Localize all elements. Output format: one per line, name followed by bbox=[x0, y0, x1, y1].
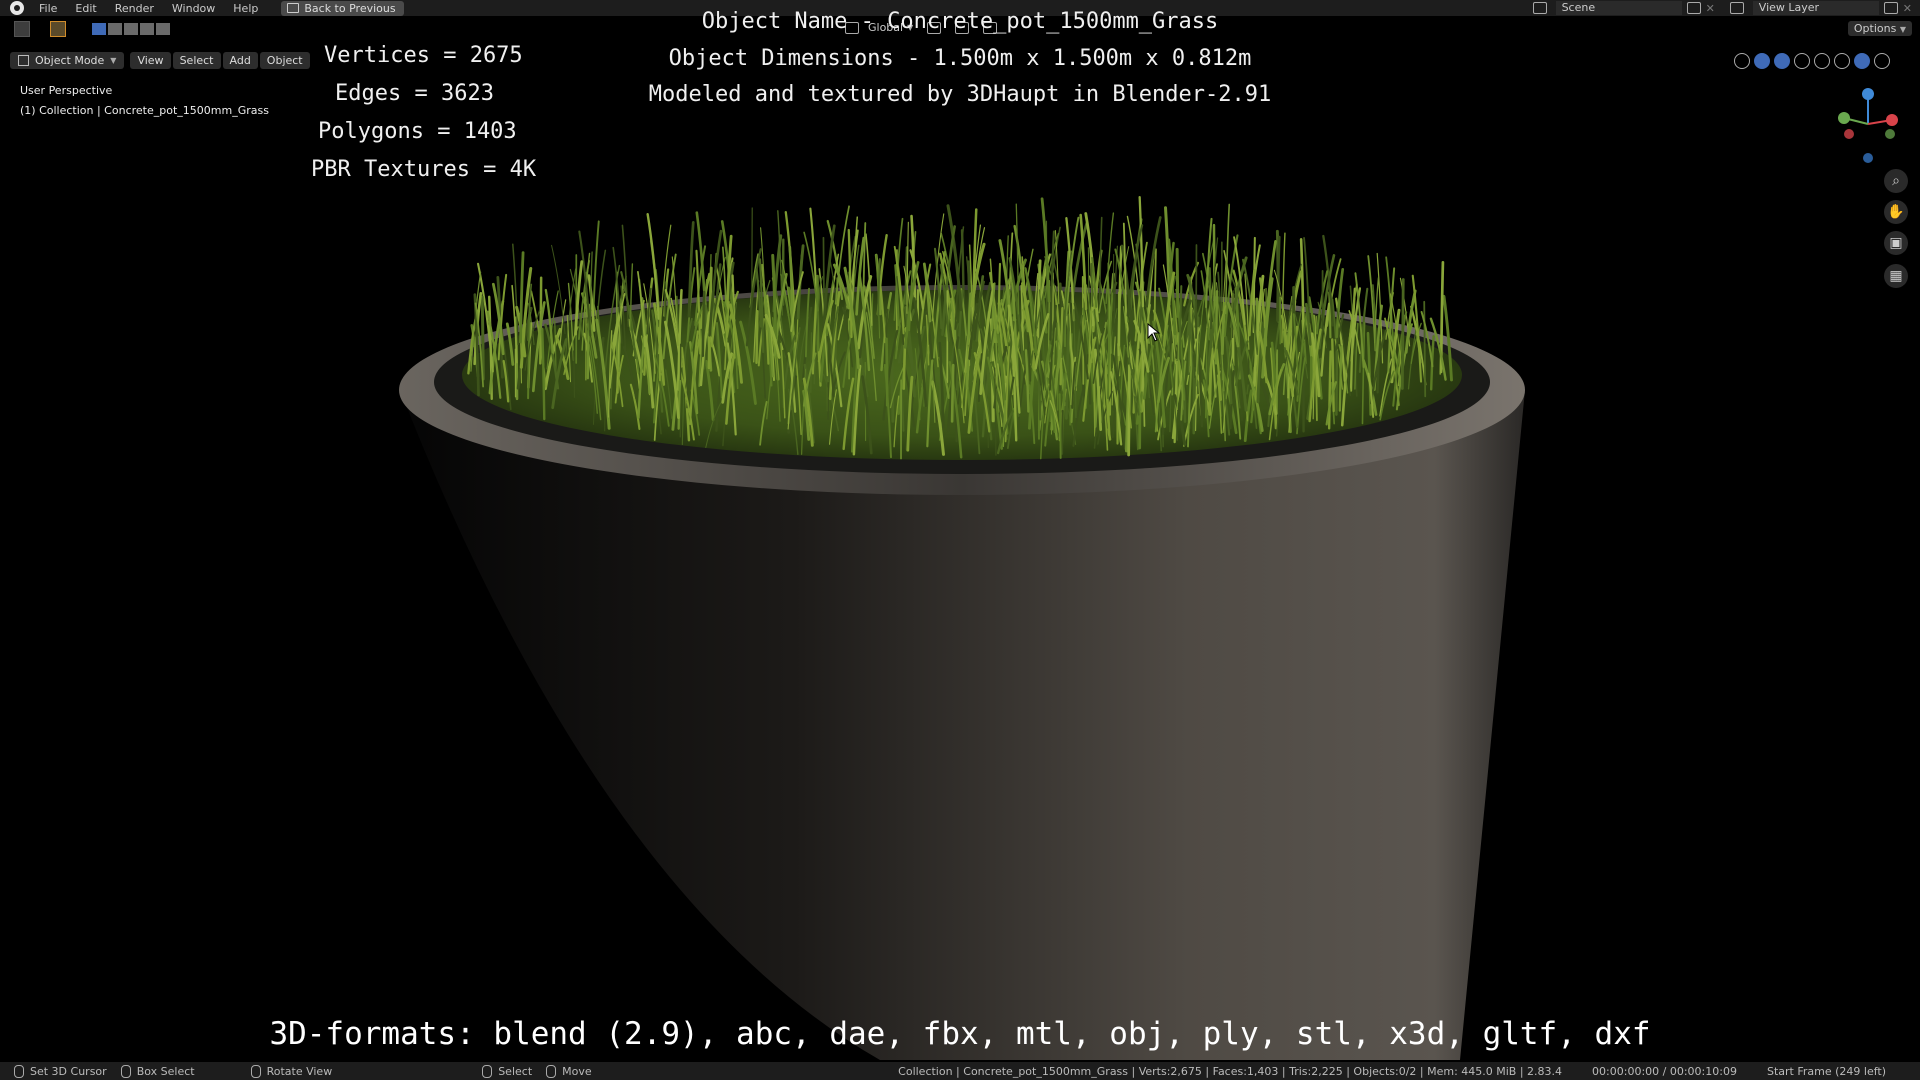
status-left-1: Box Select bbox=[136, 1064, 195, 1078]
status-scene-info: Collection | Concrete_pot_1500mm_Grass |… bbox=[898, 1064, 1563, 1078]
grass-blade bbox=[701, 290, 706, 358]
status-time: 00:00:00:00 / 00:00:10:09 bbox=[1592, 1064, 1737, 1078]
grass-blade bbox=[1060, 409, 1064, 455]
status-bar: Set 3D Cursor Box Select Rotate View Sel… bbox=[0, 1062, 1920, 1080]
zoom-icon[interactable]: ⌕ bbox=[1884, 169, 1908, 193]
grass-blade bbox=[890, 354, 895, 423]
status-box-select: Box Select bbox=[120, 1064, 195, 1078]
grass-blade bbox=[677, 379, 682, 430]
status-select: Select bbox=[482, 1064, 533, 1078]
mouse-right-drag-icon bbox=[546, 1064, 557, 1078]
grass-blade bbox=[1400, 278, 1405, 390]
grass-blade bbox=[1058, 393, 1062, 459]
grass-blade bbox=[1423, 300, 1427, 398]
grass-blade bbox=[1090, 262, 1094, 307]
credits-label: Modeled and textured by 3DHaupt in Blend… bbox=[648, 82, 1272, 107]
viewport-3d-scene[interactable] bbox=[0, 40, 1920, 1060]
status-set-cursor: Set 3D Cursor bbox=[14, 1064, 107, 1078]
mouse-drag-icon bbox=[120, 1064, 131, 1078]
status-rotate-view: Rotate View bbox=[250, 1064, 333, 1078]
textures-stat: PBR Textures = 4K bbox=[311, 157, 537, 182]
grass-blade bbox=[1214, 289, 1219, 365]
grass-blade bbox=[755, 310, 759, 365]
status-left-2: Rotate View bbox=[266, 1064, 333, 1078]
grass-blade bbox=[751, 207, 753, 309]
pan-hand-icon[interactable]: ✋ bbox=[1884, 200, 1908, 224]
status-left-3: Select bbox=[498, 1064, 533, 1078]
grass-blade bbox=[1331, 338, 1335, 413]
mouse-right-icon bbox=[482, 1064, 493, 1078]
object-dimensions-label: Object Dimensions - 1.500m x 1.500m x 0.… bbox=[668, 46, 1252, 71]
grass-blade bbox=[950, 363, 955, 423]
grass-blade bbox=[1175, 247, 1180, 318]
polygons-stat: Polygons = 1403 bbox=[318, 119, 517, 144]
mouse-left-icon bbox=[14, 1064, 24, 1078]
navigation-gizmo[interactable] bbox=[1828, 84, 1908, 164]
grass-blade bbox=[1327, 350, 1332, 430]
status-move: Move bbox=[546, 1064, 592, 1078]
object-name-title: Object Name - Concrete_pot_1500mm_Grass bbox=[701, 9, 1219, 34]
camera-icon[interactable]: ▣ bbox=[1884, 231, 1908, 255]
grass-blade bbox=[810, 332, 813, 393]
status-frame: Start Frame (249 left) bbox=[1766, 1064, 1886, 1078]
grass-blade bbox=[885, 337, 889, 407]
mouse-middle-icon bbox=[250, 1064, 261, 1078]
grid-icon[interactable]: ▦ bbox=[1884, 264, 1908, 288]
status-left-4: Move bbox=[562, 1064, 592, 1078]
mouse-cursor-icon bbox=[1147, 323, 1161, 342]
status-left-0: Set 3D Cursor bbox=[30, 1064, 107, 1078]
formats-label: 3D-formats: blend (2.9), abc, dae, fbx, … bbox=[269, 1016, 1651, 1052]
